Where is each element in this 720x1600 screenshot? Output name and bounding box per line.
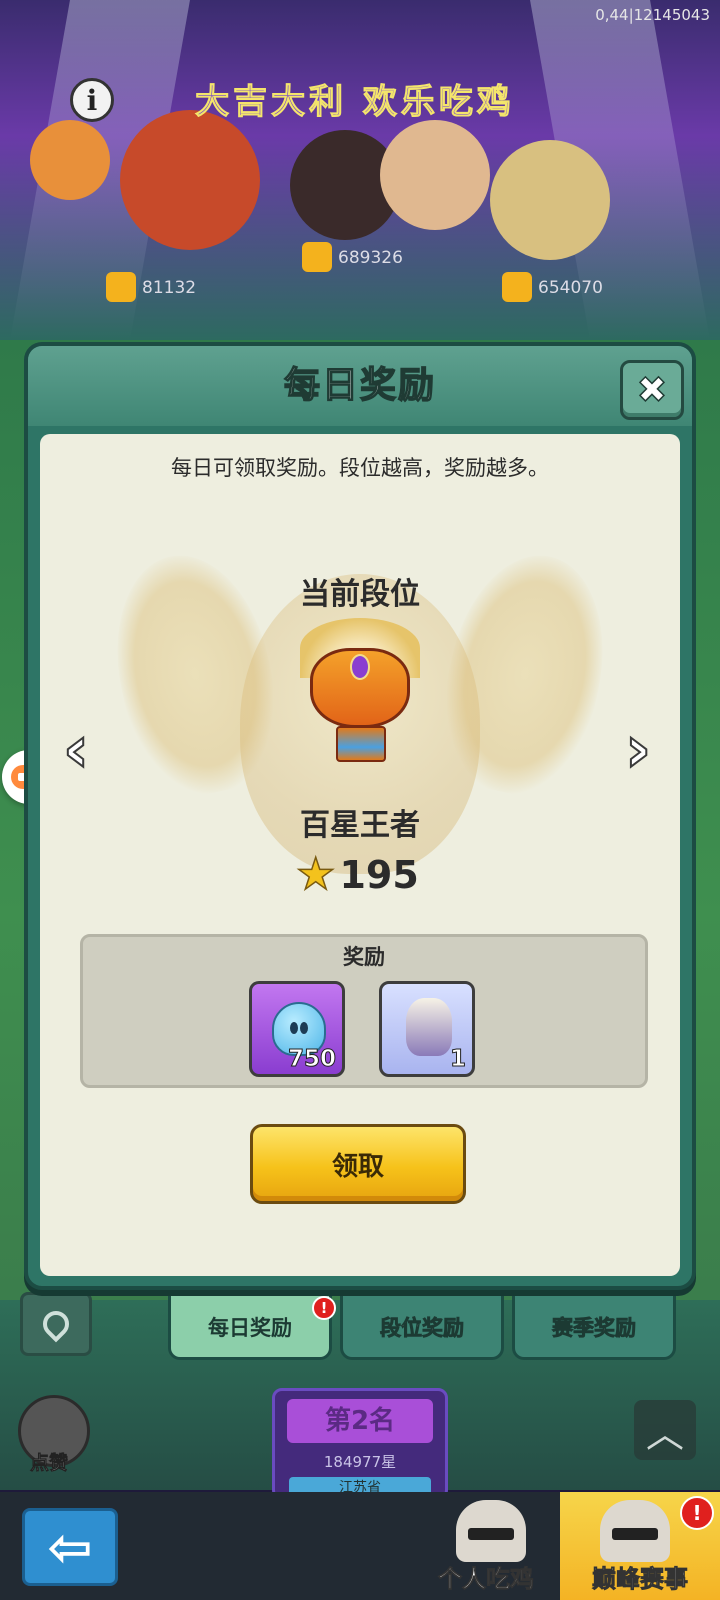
previous-rank-arrow[interactable]: ‹ (52, 710, 100, 790)
nav-label: 巅峰赛事 (592, 1565, 689, 1594)
daily-reward-dialog: 每日奖励 ✖ 每日可领取奖励。段位越高，奖励越多。 当前段位 百星王者 ★ 19… (24, 342, 696, 1290)
rank-name: 百星王者 (300, 808, 420, 843)
chevron-up-icon: ︿ (645, 1411, 684, 1456)
hero-figure (380, 120, 490, 230)
hero-figure (30, 120, 110, 200)
leaderboard-place: 第2名 (287, 1399, 433, 1443)
avatar (600, 1500, 670, 1562)
reward-item-soul[interactable]: 750 (249, 981, 345, 1077)
reward-quantity: 750 (287, 1046, 336, 1073)
star-icon: ★ (295, 849, 336, 900)
location-pin-icon (37, 1305, 75, 1343)
tab-daily-reward[interactable]: 每日奖励 (168, 1296, 332, 1360)
claim-button[interactable]: 领取 (250, 1124, 466, 1204)
next-rank-arrow[interactable]: › (614, 710, 662, 790)
like-label: 点赞 (30, 1452, 69, 1475)
reward-quantity: 1 (449, 1046, 466, 1073)
close-icon: ✖ (636, 369, 668, 412)
chevron-right-icon: › (624, 712, 652, 788)
like-count: 689326 (338, 248, 403, 268)
star-count: 195 (339, 853, 419, 897)
nav-label: 个人吃鸡 (438, 1565, 535, 1594)
tab-season-reward[interactable]: 赛季奖励 (512, 1296, 676, 1360)
dialog-description: 每日可领取奖励。段位越高，奖励越多。 (171, 456, 549, 480)
thumbs-up-icon (106, 272, 136, 302)
thumbs-up-icon (302, 242, 332, 272)
current-rank-label: 当前段位 (300, 577, 420, 612)
dialog-title: 每日奖励 (283, 364, 436, 406)
dragon-rank-icon (298, 618, 422, 768)
leaderboard-card[interactable]: 第2名 184977星 江苏省 (272, 1388, 448, 1500)
figurine-icon (406, 998, 452, 1056)
star-count-row: ★ 195 (295, 849, 419, 900)
thumbs-up-icon (502, 272, 532, 302)
notification-badge: ! (312, 1296, 336, 1320)
notification-badge: ! (680, 1496, 714, 1530)
like-count: 654070 (538, 278, 603, 298)
rank-emblem: 当前段位 百星王者 ★ 195 (96, 534, 624, 904)
tab-rank-reward[interactable]: 段位奖励 (340, 1296, 504, 1360)
like-count: 81132 (142, 278, 197, 298)
banner-title: 大吉大利 欢乐吃鸡 (195, 82, 515, 123)
back-button[interactable]: ⇦ (22, 1508, 118, 1586)
info-icon: i (86, 83, 98, 117)
close-button[interactable]: ✖ (620, 360, 684, 420)
info-button[interactable]: i (70, 78, 114, 122)
hero-figure (490, 140, 610, 260)
reward-item-figurine[interactable]: 1 (379, 981, 475, 1077)
arrow-left-icon: ⇦ (47, 1515, 93, 1579)
leaderboard-stars: 184977星 (323, 1453, 397, 1471)
location-button[interactable] (20, 1292, 92, 1356)
version-text: 0,44|12145043 (595, 6, 710, 24)
dialog-body: 每日可领取奖励。段位越高，奖励越多。 当前段位 百星王者 ★ 195 奖励 75… (40, 434, 680, 1276)
avatar (456, 1500, 526, 1562)
nav-personal-match[interactable]: 个人吃鸡 (416, 1492, 556, 1600)
hero-figure (120, 110, 260, 250)
rewards-panel: 奖励 750 1 (80, 934, 648, 1088)
chevron-left-icon: ‹ (62, 712, 90, 788)
scroll-up-button[interactable]: ︿ (634, 1400, 696, 1460)
rewards-label: 奖励 (343, 945, 385, 969)
